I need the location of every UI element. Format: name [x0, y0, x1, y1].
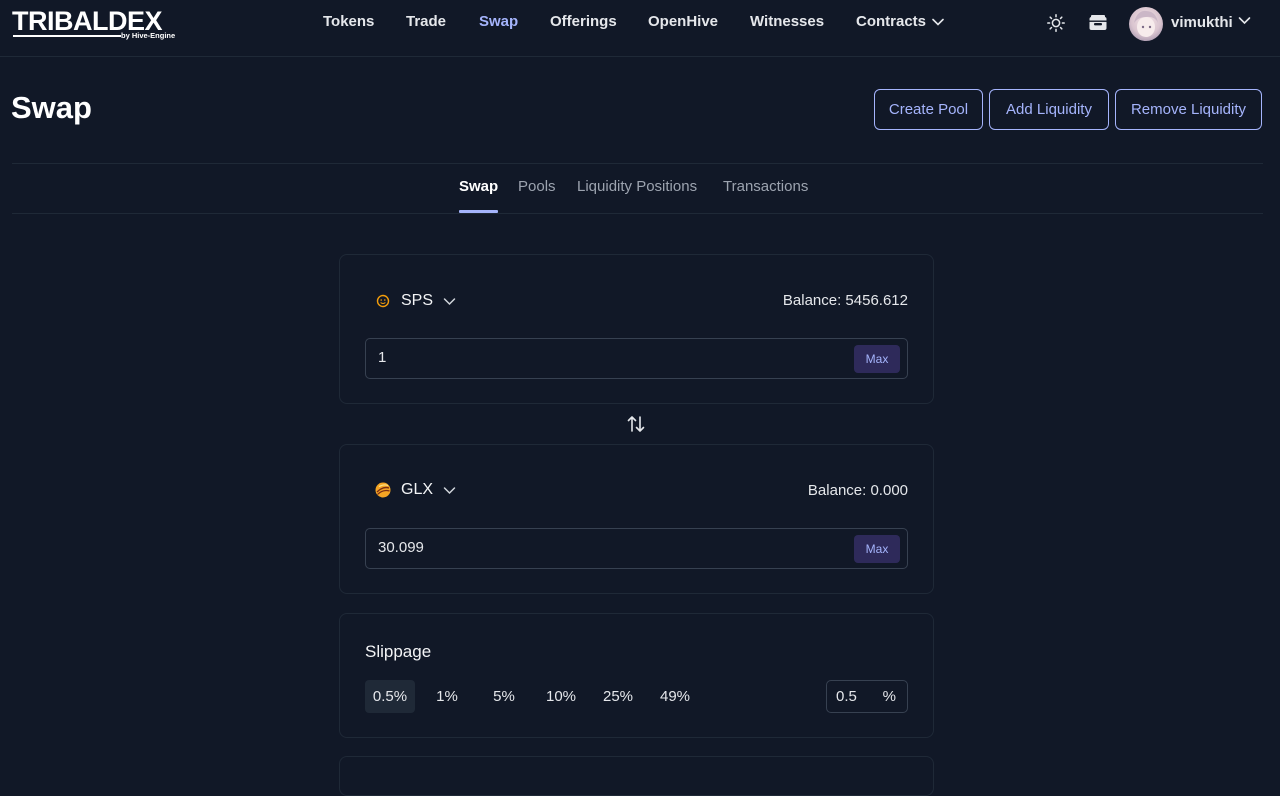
theme-toggle-sun-icon[interactable] — [1045, 12, 1067, 34]
slippage-option-1[interactable]: 1% — [422, 680, 472, 713]
from-amount-input[interactable] — [378, 349, 818, 366]
slippage-option-25[interactable]: 25% — [593, 680, 643, 713]
from-balance: Balance: 5456.612 — [782, 292, 908, 309]
chevron-down-icon — [443, 486, 456, 494]
nav-witnesses[interactable]: Witnesses — [750, 13, 824, 33]
from-max-button[interactable]: Max — [854, 345, 900, 373]
add-liquidity-button[interactable]: Add Liquidity — [989, 89, 1109, 130]
page-title: Swap — [11, 90, 92, 125]
header-divider — [12, 163, 1263, 164]
glx-token-icon — [375, 482, 391, 498]
custom-slippage-field: % — [826, 680, 908, 713]
slippage-option-10[interactable]: 10% — [536, 680, 586, 713]
custom-slippage-input[interactable] — [836, 688, 876, 705]
swap-direction-icon[interactable] — [625, 413, 647, 435]
nav-openhive[interactable]: OpenHive — [648, 13, 718, 33]
from-token-selector[interactable]: SPS — [375, 292, 456, 310]
slippage-option-49[interactable]: 49% — [650, 680, 700, 713]
tab-liquidity-positions[interactable]: Liquidity Positions — [577, 178, 697, 195]
tabs-divider — [12, 213, 1263, 214]
remove-liquidity-button[interactable]: Remove Liquidity — [1115, 89, 1262, 130]
top-navbar: TRIBALDEX by Hive-Engine Tokens Trade Sw… — [0, 0, 1280, 57]
slippage-option-0-5[interactable]: 0.5% — [365, 680, 415, 713]
sps-token-icon — [376, 294, 390, 308]
username[interactable]: vimukthi — [1171, 14, 1233, 31]
wallet-icon — [1089, 15, 1107, 30]
swap-from-card: SPS Balance: 5456.612 Max — [339, 254, 934, 404]
percent-suffix: % — [882, 688, 896, 705]
tab-swap[interactable]: Swap — [459, 178, 498, 195]
to-token-symbol: GLX — [401, 481, 434, 498]
to-token-selector[interactable]: GLX — [375, 481, 456, 499]
nav-trade[interactable]: Trade — [406, 13, 446, 33]
swap-to-card: GLX Balance: 0.000 Max — [339, 444, 934, 594]
avatar[interactable] — [1129, 7, 1163, 41]
to-amount-field: Max — [365, 528, 908, 569]
nav-contracts-menu[interactable]: Contracts — [856, 13, 944, 33]
chevron-down-icon[interactable] — [1238, 16, 1251, 25]
logo-subtext: by Hive-Engine — [121, 31, 176, 40]
nav-swap[interactable]: Swap — [479, 13, 518, 33]
user-avatar-image — [1134, 10, 1158, 37]
to-amount-input[interactable] — [378, 539, 818, 556]
to-max-button[interactable]: Max — [854, 535, 900, 563]
wallet-button[interactable] — [1087, 12, 1109, 34]
tribaldex-logo[interactable]: TRIBALDEX by Hive-Engine — [12, 6, 182, 44]
from-token-symbol: SPS — [401, 292, 434, 309]
create-pool-button[interactable]: Create Pool — [874, 89, 983, 130]
slippage-option-5[interactable]: 5% — [479, 680, 529, 713]
nav-offerings[interactable]: Offerings — [550, 13, 617, 33]
to-balance: Balance: 0.000 — [807, 482, 908, 499]
tab-pools[interactable]: Pools — [518, 178, 556, 195]
chevron-down-icon — [443, 297, 456, 305]
nav-tokens[interactable]: Tokens — [323, 13, 374, 33]
chevron-down-icon — [932, 18, 944, 26]
logo-underline — [13, 35, 121, 37]
slippage-card: Slippage 0.5% 1% 5% 10% 25% 49% % — [339, 613, 934, 738]
tab-transactions[interactable]: Transactions — [723, 178, 808, 195]
sun-icon — [1047, 14, 1065, 32]
nav-contracts-label: Contracts — [856, 13, 927, 30]
slippage-title: Slippage — [365, 642, 432, 661]
next-card — [339, 756, 934, 796]
from-amount-field: Max — [365, 338, 908, 379]
